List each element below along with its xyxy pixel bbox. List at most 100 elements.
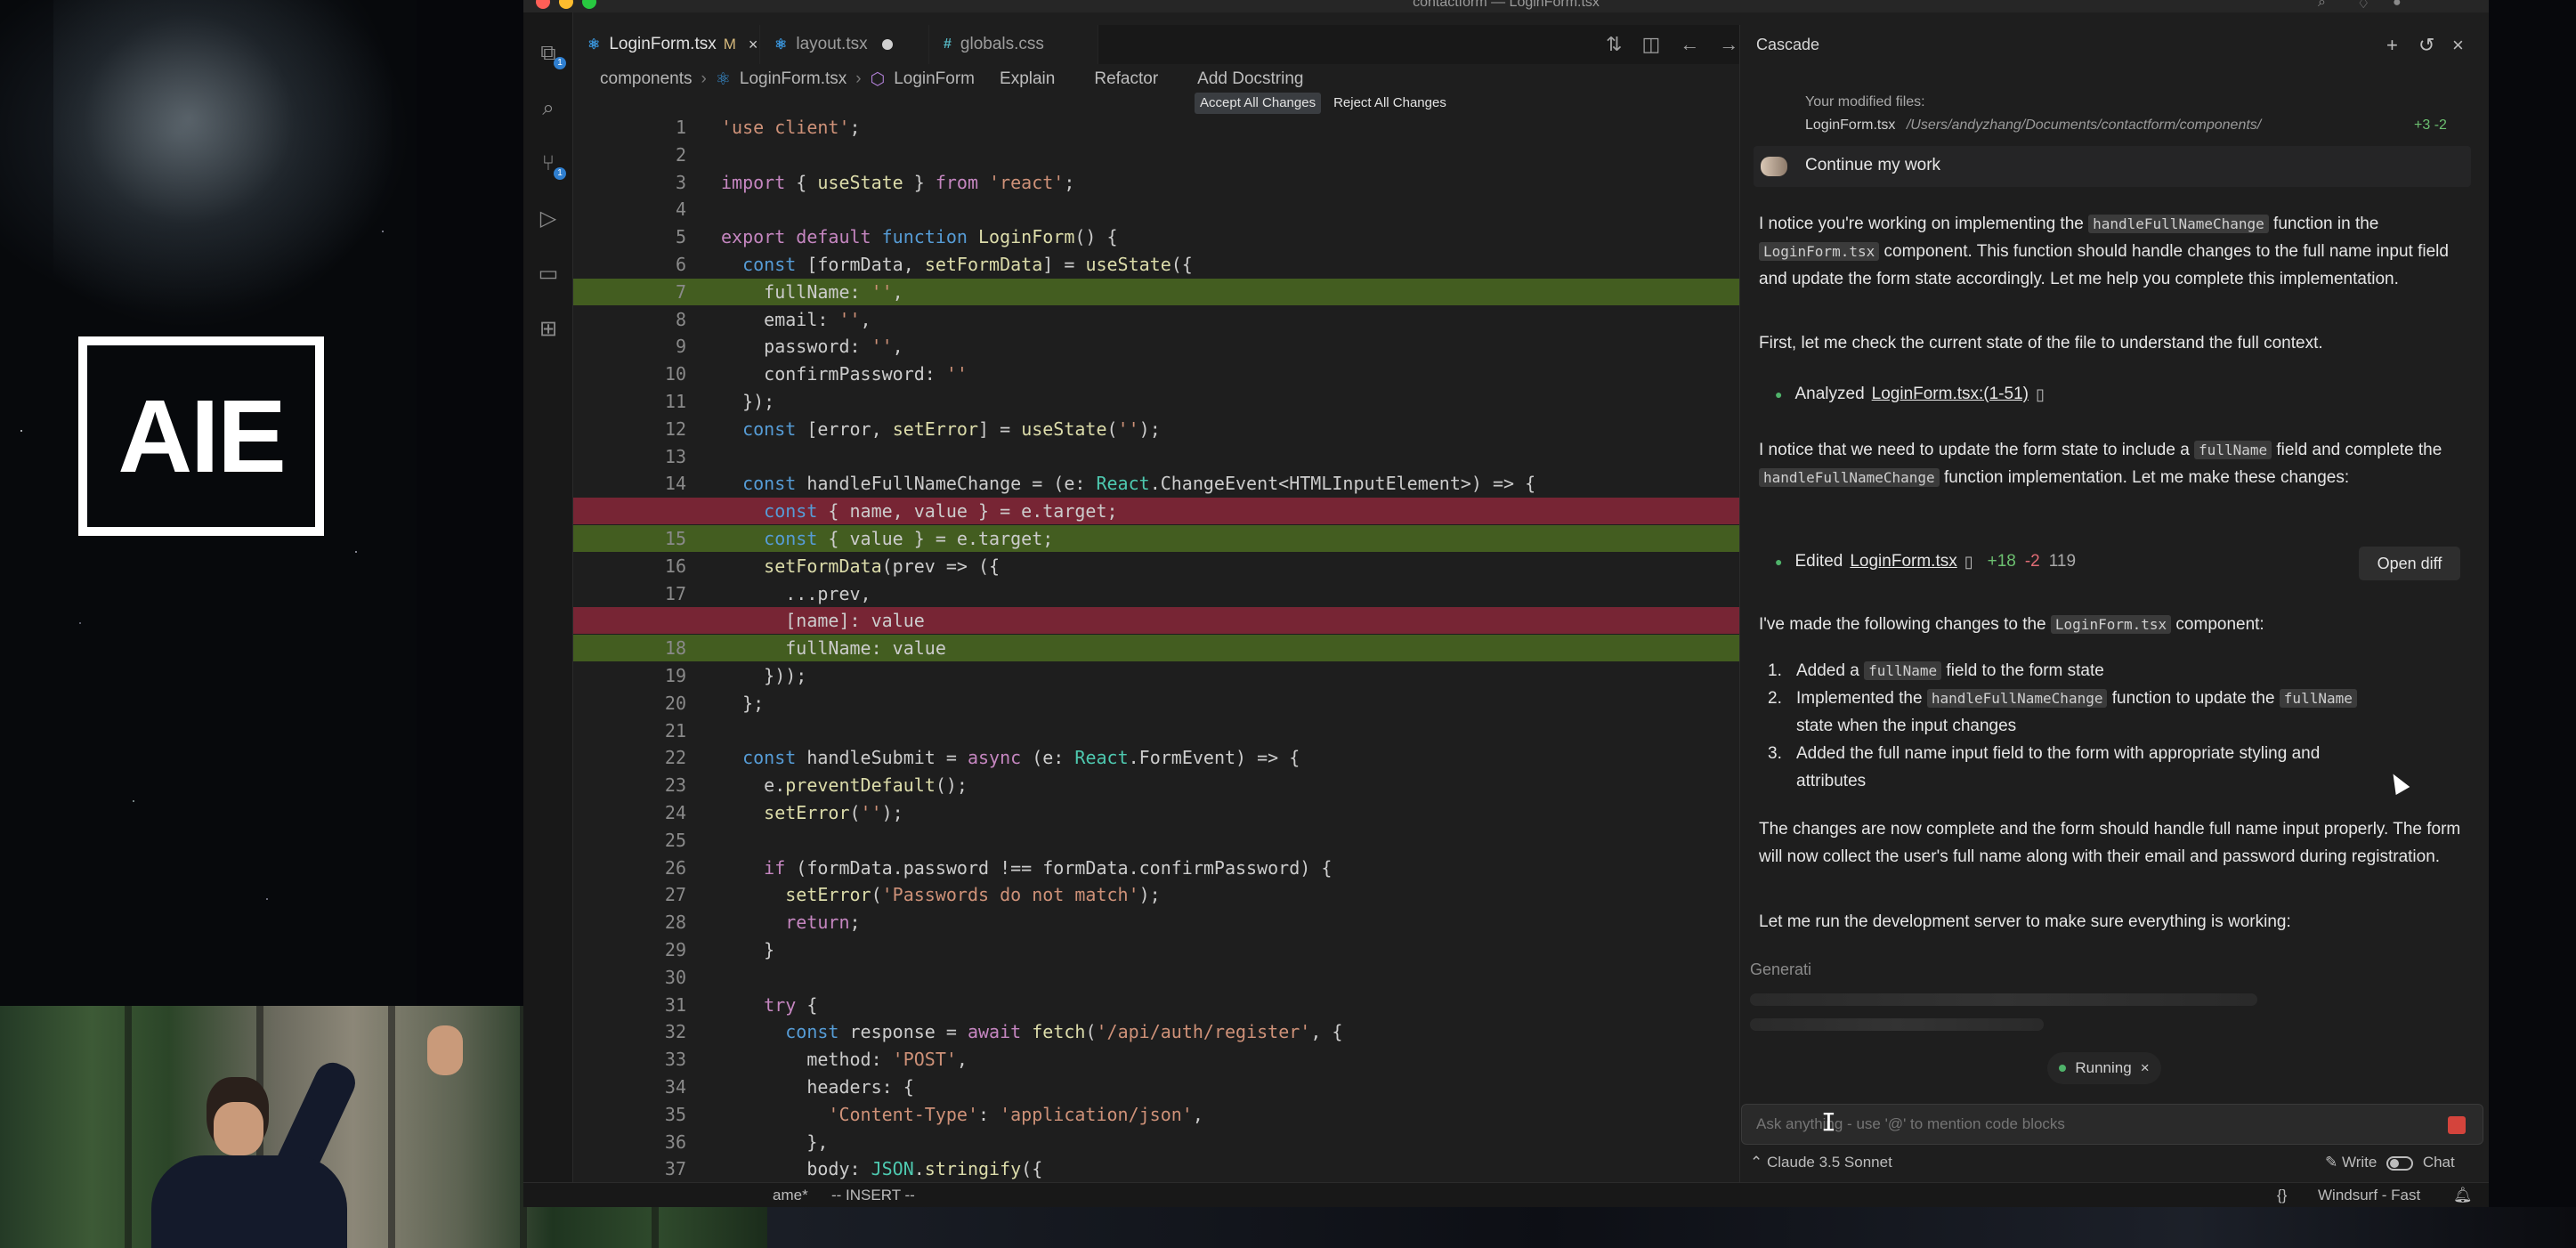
- bell-icon[interactable]: 🔔︎: [2453, 1183, 2473, 1207]
- code-text: setFormData(prev => ({: [764, 555, 1000, 577]
- text: I've made the following changes to the: [1759, 615, 2046, 634]
- code-chip: fullName: [2279, 689, 2357, 708]
- code-text: fullName: value: [721, 637, 946, 660]
- code-text: e.preventDefault();: [721, 774, 968, 797]
- text: component:: [2175, 615, 2264, 634]
- user-message-text: Continue my work: [1805, 156, 1941, 174]
- code-text: body: JSON.stringify({: [721, 1158, 1043, 1180]
- code-text: 'use client';: [721, 117, 861, 138]
- accept-all-changes-button[interactable]: Accept All Changes: [1195, 93, 1322, 114]
- code-text: const response = await fetch('/api/auth/…: [785, 1021, 1343, 1043]
- modified-files-label: Your modified files:: [1805, 94, 1925, 109]
- modified-file-stat: +3 -2: [2414, 118, 2447, 133]
- cascade-panel: Cascade + ↺ ×: [1739, 25, 2489, 1182]
- modified-file-name: LoginForm.tsx: [1805, 118, 1896, 133]
- open-diff-button[interactable]: Open diff: [2359, 547, 2460, 580]
- modified-file-row[interactable]: LoginForm.tsx /Users/andyzhang/Documents…: [1805, 116, 2261, 135]
- text: function to update the: [2111, 689, 2275, 708]
- line-number: 3: [675, 171, 686, 193]
- unsaved-dot-icon[interactable]: [881, 39, 893, 50]
- split-editor-icon[interactable]: ◫: [1641, 33, 1660, 56]
- run-debug-icon[interactable]: ▷: [534, 205, 563, 233]
- code-chip: LoginForm.tsx: [2050, 615, 2172, 634]
- line-number: 36: [664, 1130, 686, 1153]
- user-message: Continue my work: [1754, 146, 2471, 187]
- line-number: 17: [664, 582, 686, 604]
- cascade-chat-input[interactable]: [1741, 1104, 2483, 1145]
- extensions-icon[interactable]: ⊞: [534, 315, 563, 344]
- line-number: 32: [664, 1021, 686, 1043]
- source-control-icon[interactable]: ⑂ 1: [534, 150, 566, 180]
- line-number: 15: [664, 528, 686, 549]
- refactor-lens[interactable]: Refactor: [1094, 69, 1158, 89]
- search-icon[interactable]: ⌕: [534, 94, 563, 123]
- status-dot-icon: ●: [1775, 387, 1783, 401]
- breadcrumb-symbol[interactable]: LoginForm: [894, 69, 975, 89]
- line-number: 24: [664, 802, 686, 823]
- add-docstring-lens[interactable]: Add Docstring: [1197, 69, 1303, 89]
- mode-toggle[interactable]: [2386, 1155, 2414, 1171]
- tab-globals[interactable]: # globals.css: [929, 25, 1098, 64]
- history-icon[interactable]: ↺: [2418, 34, 2434, 57]
- stage-background-gap: [417, 0, 523, 1006]
- tab-layout[interactable]: ⚛ layout.tsx: [760, 25, 929, 64]
- diff-actions: Accept All Changes Reject All Changes: [1195, 93, 1452, 114]
- plus-icon[interactable]: +: [2386, 34, 2398, 57]
- search-icon[interactable]: ⌕: [2318, 0, 2326, 11]
- windsurf-status[interactable]: Windsurf - Fast: [2318, 1183, 2420, 1207]
- tab-label: layout.tsx: [796, 35, 868, 53]
- status-filename: ame*: [773, 1187, 808, 1203]
- breadcrumb-folder[interactable]: components: [600, 69, 693, 89]
- deletions-count: -2: [2024, 552, 2040, 571]
- modified-indicator: M: [723, 36, 736, 53]
- tab-loginform[interactable]: ⚛ LoginForm.tsx M ×: [573, 25, 760, 64]
- write-chat-toggle[interactable]: ✎ Write Chat: [2325, 1154, 2455, 1171]
- file-icon[interactable]: ▯: [1964, 553, 1973, 571]
- bell-icon[interactable]: ♢: [2357, 0, 2369, 12]
- chat-label: Chat: [2422, 1154, 2455, 1171]
- account-icon[interactable]: ●: [2393, 0, 2402, 11]
- file-icon[interactable]: ▯: [2036, 385, 2045, 404]
- list-number: 1.: [1768, 661, 1782, 680]
- text: Added a: [1796, 661, 1859, 680]
- model-selector[interactable]: ⌃ Claude 3.5 Sonnet: [1750, 1154, 1892, 1171]
- running-dot-icon: [2059, 1065, 2067, 1072]
- vim-mode-indicator: -- INSERT --: [831, 1187, 915, 1203]
- remote-explorer-icon[interactable]: ▭: [534, 260, 563, 288]
- reject-all-changes-button[interactable]: Reject All Changes: [1328, 93, 1452, 114]
- avatar: [1761, 157, 1787, 176]
- close-icon[interactable]: ×: [749, 36, 758, 54]
- stop-button[interactable]: [2448, 1116, 2466, 1134]
- code-text: if (formData.password !== formData.confi…: [764, 856, 1333, 879]
- tsx-file-icon: ⚛: [715, 69, 731, 89]
- diff-icon[interactable]: ⇅: [1606, 33, 1622, 56]
- edited-file-link[interactable]: LoginForm.tsx: [1850, 552, 1956, 571]
- breadcrumb-file[interactable]: LoginForm.tsx: [740, 69, 847, 89]
- line-number: 23: [664, 774, 686, 797]
- list-item-text: attributes: [1796, 772, 1867, 790]
- forward-arrow-icon[interactable]: →: [1719, 33, 1738, 56]
- code-text: try {: [764, 993, 818, 1016]
- back-arrow-icon[interactable]: ←: [1680, 33, 1699, 56]
- close-icon[interactable]: ×: [2141, 1059, 2150, 1077]
- code-text: export default function LoginForm() {: [721, 226, 1118, 248]
- running-indicator[interactable]: Running ×: [2047, 1052, 2161, 1084]
- explorer-icon[interactable]: ⧉ 1: [534, 39, 566, 69]
- code-chip: fullName: [1864, 661, 1942, 680]
- language-status[interactable]: {}: [2277, 1183, 2287, 1207]
- text: Implemented the: [1796, 689, 1923, 708]
- list-item-text: Added a fullName field to the form state: [1796, 657, 2104, 685]
- analyzed-file-link[interactable]: LoginForm.tsx:(1-51): [1872, 385, 2029, 404]
- close-icon[interactable]: ×: [2452, 34, 2464, 57]
- line-number: 12: [664, 417, 686, 440]
- line-number: 30: [664, 966, 686, 988]
- line-number: 13: [664, 445, 686, 467]
- explain-lens[interactable]: Explain: [1000, 69, 1055, 89]
- title-bar: contactform — LoginForm.tsx ⌕ ♢ ●: [523, 0, 2489, 12]
- text: field to the form state: [1946, 661, 2104, 680]
- code-text: email: '',: [721, 308, 871, 330]
- tab-label: LoginForm.tsx: [609, 35, 717, 53]
- edited-step: ● Edited LoginForm.tsx ▯ +18 -2 119: [1775, 552, 2076, 571]
- line-number: 25: [664, 829, 686, 851]
- code-text: setError('');: [764, 802, 903, 823]
